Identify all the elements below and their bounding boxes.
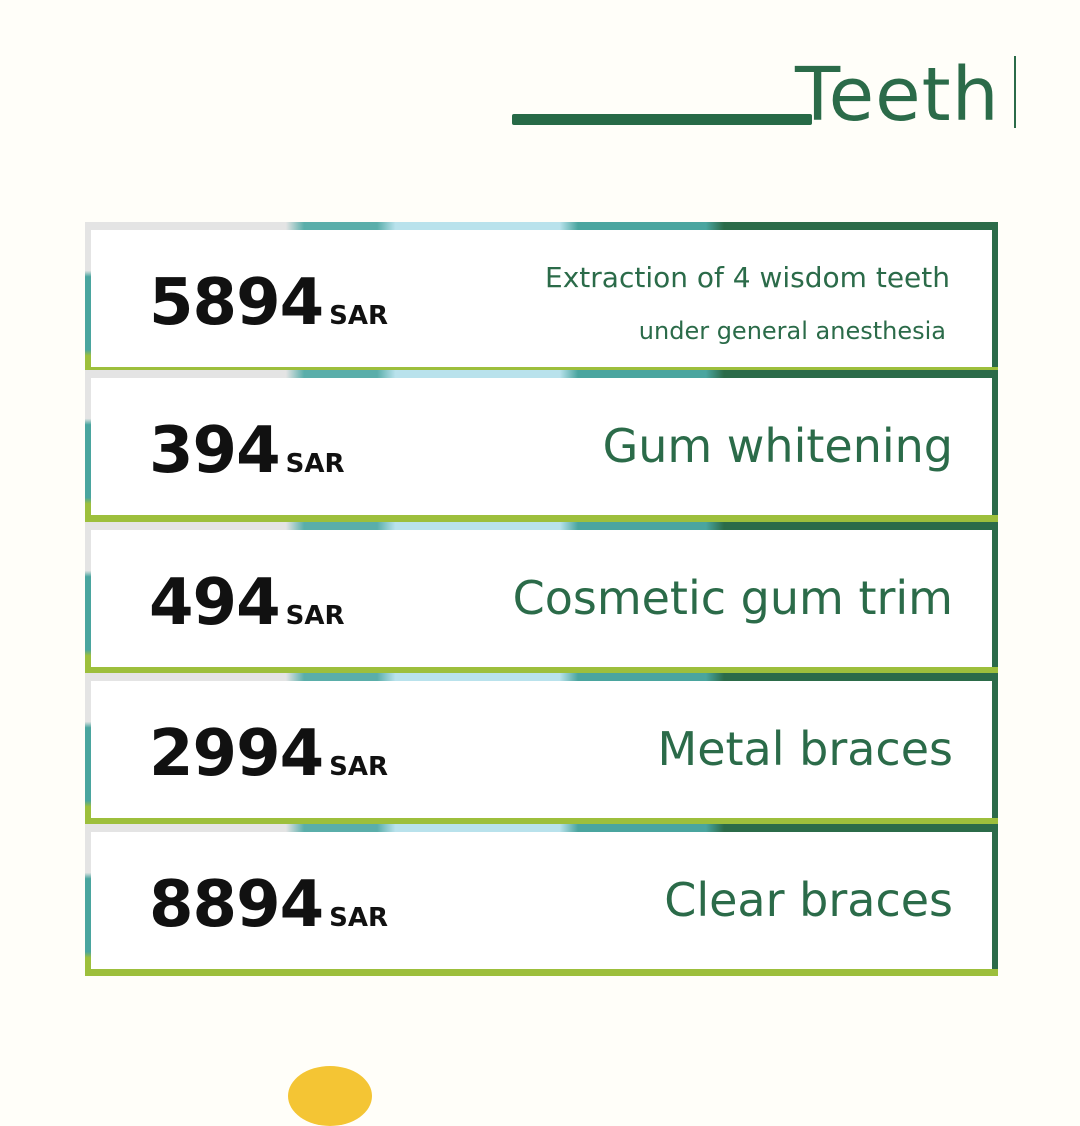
card-body: 5894 SAR Extraction of 4 wisdom teeth un… <box>91 230 992 367</box>
card-right-border <box>992 824 998 976</box>
header: Teeth <box>0 0 1080 160</box>
price-value: 8894 <box>149 868 324 942</box>
price-value: 494 <box>149 566 281 640</box>
service-name-line1: Extraction of 4 wisdom teeth <box>545 261 950 294</box>
service-name: Clear braces <box>664 873 953 927</box>
header-underline <box>512 114 812 125</box>
price-value: 5894 <box>149 266 324 340</box>
header-divider <box>1014 56 1016 128</box>
price-currency: SAR <box>285 601 345 631</box>
price: 394 SAR <box>149 406 344 496</box>
price-value: 394 <box>149 414 281 488</box>
price: 8894 SAR <box>149 860 388 950</box>
price: 5894 SAR <box>149 258 388 348</box>
price-card-clear-braces: 8894 SAR Clear braces <box>85 824 998 976</box>
price-value: 2994 <box>149 717 324 791</box>
card-top-border <box>85 222 998 230</box>
price-card-gum-whitening: 394 SAR Gum whitening <box>85 370 998 522</box>
service-name-line2: under general anesthesia <box>638 317 946 345</box>
card-right-border <box>992 522 998 674</box>
price-card-wisdom-teeth: 5894 SAR Extraction of 4 wisdom teeth un… <box>85 222 998 374</box>
service-name: Cosmetic gum trim <box>512 571 953 625</box>
price-card-metal-braces: 2994 SAR Metal braces <box>85 673 998 825</box>
card-right-border <box>992 222 998 374</box>
price-currency: SAR <box>329 903 388 933</box>
price-currency: SAR <box>329 301 388 331</box>
service-name: Metal braces <box>657 722 953 776</box>
service-name: Gum whitening <box>602 419 953 473</box>
service-name: Extraction of 4 wisdom teeth under gener… <box>545 260 950 348</box>
card-right-border <box>992 673 998 825</box>
price-card-gum-trim: 494 SAR Cosmetic gum trim <box>85 522 998 674</box>
page-title: Teeth <box>795 52 1000 138</box>
price: 494 SAR <box>149 558 344 648</box>
price-currency: SAR <box>329 752 388 782</box>
card-right-border <box>992 370 998 522</box>
decorative-yellow-circle <box>288 1066 372 1126</box>
price-currency: SAR <box>285 449 345 479</box>
price: 2994 SAR <box>149 709 388 799</box>
